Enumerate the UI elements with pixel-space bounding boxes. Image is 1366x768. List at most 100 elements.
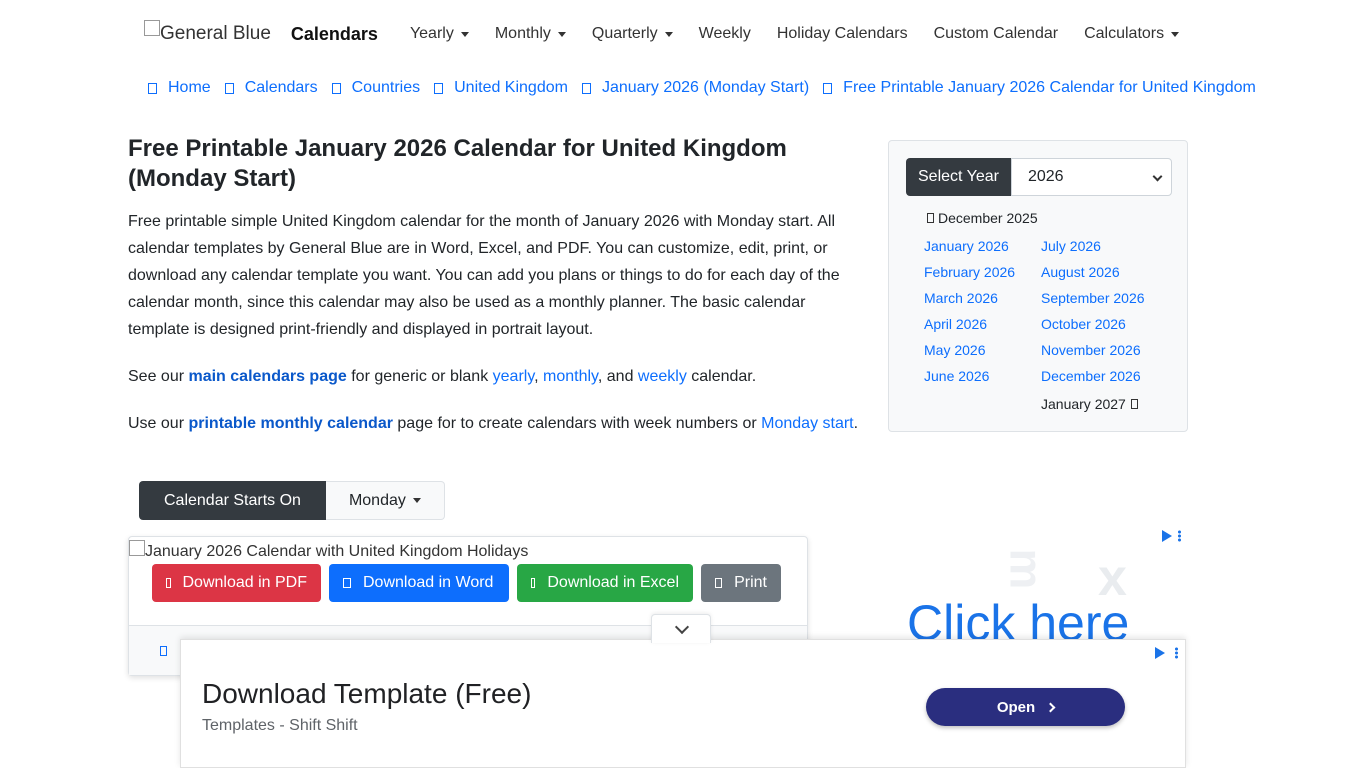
weekly-link[interactable]: weekly bbox=[638, 368, 687, 385]
print-button[interactable]: Print bbox=[701, 564, 781, 602]
chevron-left-icon bbox=[927, 213, 934, 223]
chevron-down-icon bbox=[674, 619, 690, 635]
nav-calculators[interactable]: Calculators bbox=[1084, 25, 1180, 43]
text: calendar. bbox=[686, 368, 757, 385]
broken-image-icon bbox=[144, 20, 160, 36]
month-link[interactable]: December 2026 bbox=[1041, 367, 1145, 393]
more-options-icon[interactable] bbox=[1178, 530, 1181, 542]
calendar-start-group: Calendar Starts On Monday bbox=[139, 481, 445, 520]
side-advertisement[interactable]: m x Click here bbox=[888, 528, 1186, 640]
text: See our bbox=[128, 368, 189, 385]
month-link[interactable]: October 2026 bbox=[1041, 315, 1145, 341]
nav-quarterly[interactable]: Quarterly bbox=[592, 25, 673, 43]
button-label: Download in Word bbox=[363, 574, 494, 591]
month-link[interactable]: March 2026 bbox=[924, 289, 1015, 315]
ad-background-graphic: m bbox=[1000, 548, 1053, 590]
month-list-second-half: July 2026 August 2026 September 2026 Oct… bbox=[1041, 237, 1145, 393]
ad-title[interactable]: Download Template (Free) bbox=[202, 678, 531, 710]
select-year-group: Select Year 2026 bbox=[906, 158, 1172, 196]
yearly-link[interactable]: yearly bbox=[493, 368, 535, 385]
nav-monthly[interactable]: Monthly bbox=[495, 25, 566, 43]
download-excel-button[interactable]: Download in Excel bbox=[517, 564, 693, 602]
text: . bbox=[853, 415, 859, 432]
month-link[interactable]: February 2026 bbox=[924, 263, 1015, 289]
month-link[interactable]: April 2026 bbox=[924, 315, 1015, 341]
start-day-dropdown[interactable]: Monday bbox=[325, 481, 445, 520]
nav-yearly[interactable]: Yearly bbox=[410, 25, 469, 43]
month-link[interactable]: July 2026 bbox=[1041, 237, 1145, 263]
caret-down-icon bbox=[1171, 31, 1180, 37]
previous-month-label: December 2025 bbox=[938, 210, 1038, 226]
nav-label: Yearly bbox=[409, 25, 454, 42]
file-word-icon bbox=[343, 578, 351, 588]
next-month-link[interactable]: January 2027 bbox=[1041, 396, 1138, 412]
chevron-right-icon bbox=[434, 82, 444, 94]
bottom-sticky-advertisement[interactable]: Download Template (Free) Templates - Shi… bbox=[180, 639, 1186, 768]
ad-open-button[interactable]: Open bbox=[926, 688, 1125, 726]
more-options-icon[interactable] bbox=[1175, 647, 1178, 659]
broken-image-icon bbox=[129, 540, 145, 556]
printable-links-paragraph: Use our printable monthly calendar page … bbox=[128, 412, 858, 436]
breadcrumb-countries[interactable]: Countries bbox=[352, 79, 420, 97]
download-pdf-button[interactable]: Download in PDF bbox=[152, 564, 321, 602]
nav-label: Holiday Calendars bbox=[776, 25, 908, 42]
year-select[interactable]: 2026 bbox=[1010, 158, 1172, 196]
nav-label: Monthly bbox=[494, 25, 551, 42]
month-list-first-half: January 2026 February 2026 March 2026 Ap… bbox=[924, 237, 1015, 393]
chevron-right-icon bbox=[581, 82, 591, 94]
select-year-label: Select Year bbox=[906, 158, 1011, 196]
brand-link[interactable]: Calendars bbox=[291, 24, 378, 45]
breadcrumb-january-2026[interactable]: January 2026 (Monday Start) bbox=[602, 79, 809, 97]
top-navbar: General Blue Calendars Yearly Monthly Qu… bbox=[144, 16, 1205, 52]
year-select-value: 2026 bbox=[1027, 168, 1064, 185]
nav-custom-calendar[interactable]: Custom Calendar bbox=[934, 25, 1059, 43]
calendars-links-paragraph: See our main calendars page for generic … bbox=[128, 365, 756, 389]
year-month-sidebar: Select Year 2026 December 2025 January 2… bbox=[888, 140, 1188, 432]
month-link[interactable]: September 2026 bbox=[1041, 289, 1145, 315]
nav-weekly[interactable]: Weekly bbox=[699, 25, 751, 43]
calendar-image-alt-text: January 2026 Calendar with United Kingdo… bbox=[145, 543, 529, 560]
site-logo[interactable]: General Blue bbox=[144, 20, 271, 45]
ad-subtitle: Templates - Shift Shift bbox=[202, 717, 358, 734]
adchoices-icon[interactable] bbox=[1162, 530, 1172, 542]
breadcrumb-home[interactable]: Home bbox=[168, 79, 211, 97]
text: page for to create calendars with week n… bbox=[392, 415, 762, 432]
calendar-image: January 2026 Calendar with United Kingdo… bbox=[129, 540, 529, 561]
breadcrumb-united-kingdom[interactable]: United Kingdom bbox=[454, 79, 568, 97]
chevron-right-icon bbox=[823, 82, 833, 94]
adchoices-icon[interactable] bbox=[1155, 647, 1165, 659]
page-title: Free Printable January 2026 Calendar for… bbox=[128, 135, 787, 192]
nav-label: Calculators bbox=[1084, 25, 1165, 42]
share-icon[interactable] bbox=[160, 646, 167, 656]
monday-start-link[interactable]: Monday start bbox=[761, 415, 853, 432]
caret-down-icon bbox=[557, 31, 566, 37]
monthly-link[interactable]: monthly bbox=[543, 368, 598, 385]
nav-label: Quarterly bbox=[591, 25, 658, 42]
previous-month-link[interactable]: December 2025 bbox=[927, 210, 1038, 226]
breadcrumb-current[interactable]: Free Printable January 2026 Calendar for… bbox=[843, 79, 1256, 97]
calendar-starts-on-label: Calendar Starts On bbox=[139, 481, 326, 520]
printable-monthly-calendar-link[interactable]: printable monthly calendar bbox=[188, 415, 392, 432]
caret-down-icon bbox=[664, 31, 673, 37]
nav-holiday-calendars[interactable]: Holiday Calendars bbox=[777, 25, 908, 43]
home-icon bbox=[148, 82, 157, 94]
button-label: Open bbox=[996, 698, 1036, 716]
ad-headline[interactable]: Click here bbox=[907, 594, 1129, 640]
month-link[interactable]: August 2026 bbox=[1041, 263, 1145, 289]
caret-down-icon bbox=[460, 31, 469, 37]
button-label: Print bbox=[734, 574, 767, 591]
chevron-right-icon bbox=[331, 82, 341, 94]
month-link[interactable]: November 2026 bbox=[1041, 341, 1145, 367]
nav-label: Custom Calendar bbox=[933, 25, 1059, 42]
text: , bbox=[534, 368, 544, 385]
month-link[interactable]: May 2026 bbox=[924, 341, 1015, 367]
start-day-value: Monday bbox=[348, 491, 406, 509]
ad-collapse-toggle[interactable] bbox=[651, 614, 711, 643]
intro-paragraph: Free printable simple United Kingdom cal… bbox=[128, 213, 840, 338]
month-link[interactable]: January 2026 bbox=[924, 237, 1015, 263]
text: , and bbox=[597, 368, 638, 385]
breadcrumb-calendars[interactable]: Calendars bbox=[245, 79, 318, 97]
main-calendars-link[interactable]: main calendars page bbox=[188, 368, 346, 385]
month-link[interactable]: June 2026 bbox=[924, 367, 1015, 393]
download-word-button[interactable]: Download in Word bbox=[329, 564, 509, 602]
